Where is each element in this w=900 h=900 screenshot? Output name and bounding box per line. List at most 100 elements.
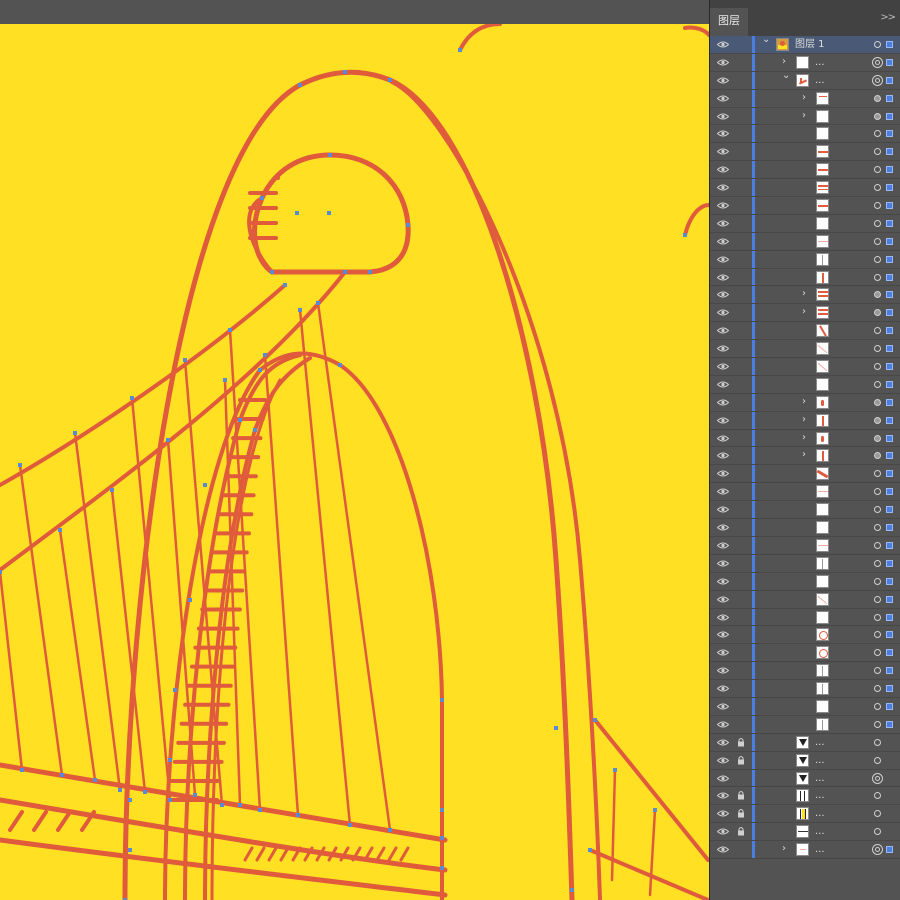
lock-icon[interactable]	[737, 755, 745, 765]
selection-square-icon[interactable]	[886, 219, 893, 227]
anchor-point[interactable]	[296, 813, 300, 817]
anchor-point[interactable]	[593, 718, 597, 722]
layer-row[interactable]	[710, 680, 900, 698]
visibility-eye-icon[interactable]	[717, 417, 729, 424]
visibility-eye-icon[interactable]	[717, 757, 729, 764]
layer-name[interactable]: ...	[815, 807, 825, 820]
anchor-point[interactable]	[295, 211, 299, 215]
selection-square-icon[interactable]	[886, 613, 893, 621]
target-icon[interactable]	[874, 577, 881, 585]
anchor-point[interactable]	[298, 308, 302, 312]
visibility-eye-icon[interactable]	[717, 846, 729, 853]
anchor-point[interactable]	[258, 368, 262, 372]
selection-square-icon[interactable]	[886, 631, 893, 639]
layer-row[interactable]	[710, 501, 900, 520]
layer-row[interactable]: ›	[710, 393, 900, 412]
lock-icon[interactable]	[737, 737, 745, 747]
layer-row[interactable]: ›	[710, 304, 900, 323]
layer-name[interactable]: ...	[815, 772, 825, 785]
layer-row[interactable]: ›	[710, 429, 900, 448]
layer-name[interactable]: 图层 1	[795, 38, 825, 51]
target-icon[interactable]	[874, 380, 881, 388]
selection-square-icon[interactable]	[886, 41, 893, 48]
target-icon[interactable]	[874, 685, 881, 693]
layer-name[interactable]: ...	[815, 843, 825, 856]
anchor-point[interactable]	[60, 773, 64, 777]
target-icon[interactable]	[872, 772, 883, 784]
anchor-point[interactable]	[343, 70, 347, 74]
anchor-point[interactable]	[188, 598, 192, 602]
visibility-eye-icon[interactable]	[717, 148, 729, 155]
visibility-eye-icon[interactable]	[717, 596, 729, 603]
anchor-point[interactable]	[128, 848, 132, 852]
layer-row[interactable]	[710, 358, 900, 376]
target-icon[interactable]	[874, 452, 881, 460]
anchor-point[interactable]	[343, 270, 347, 274]
selection-square-icon[interactable]	[886, 76, 893, 84]
target-icon[interactable]	[874, 738, 881, 746]
anchor-point[interactable]	[653, 808, 657, 812]
visibility-eye-icon[interactable]	[717, 488, 729, 495]
anchor-point[interactable]	[238, 418, 242, 422]
anchor-point[interactable]	[327, 211, 331, 215]
target-icon[interactable]	[874, 202, 881, 210]
layer-row[interactable]: ...	[710, 805, 900, 824]
layer-row[interactable]: ›	[710, 107, 900, 126]
visibility-eye-icon[interactable]	[717, 363, 729, 370]
layer-row[interactable]	[710, 375, 900, 394]
anchor-point[interactable]	[316, 301, 320, 305]
selection-square-icon[interactable]	[886, 255, 893, 263]
target-icon[interactable]	[874, 488, 881, 496]
selection-square-icon[interactable]	[886, 488, 893, 496]
visibility-eye-icon[interactable]	[717, 95, 729, 102]
target-icon[interactable]	[874, 309, 881, 317]
selection-square-icon[interactable]	[886, 309, 893, 317]
visibility-eye-icon[interactable]	[717, 506, 729, 513]
layer-row[interactable]: ›	[710, 89, 900, 108]
layer-row[interactable]	[710, 590, 900, 609]
selection-square-icon[interactable]	[886, 345, 893, 353]
anchor-point[interactable]	[388, 828, 392, 832]
bridge-illustration[interactable]	[0, 24, 709, 900]
target-icon[interactable]	[874, 541, 881, 549]
selection-square-icon[interactable]	[886, 702, 893, 710]
chevron-right-icon[interactable]: ›	[802, 110, 806, 122]
selection-square-icon[interactable]	[886, 685, 893, 693]
visibility-eye-icon[interactable]	[717, 435, 729, 442]
artboard-canvas[interactable]	[0, 24, 709, 900]
anchor-point[interactable]	[168, 758, 172, 762]
target-icon[interactable]	[874, 291, 881, 299]
layer-row[interactable]: ›	[710, 411, 900, 430]
layer-row[interactable]	[710, 483, 900, 502]
visibility-eye-icon[interactable]	[717, 345, 729, 352]
visibility-eye-icon[interactable]	[717, 524, 729, 531]
layer-name[interactable]: ...	[815, 754, 825, 767]
target-icon[interactable]	[874, 559, 881, 567]
anchor-point[interactable]	[613, 768, 617, 772]
target-icon[interactable]	[874, 720, 881, 728]
anchor-point[interactable]	[554, 726, 558, 730]
selection-square-icon[interactable]	[886, 202, 893, 210]
target-icon[interactable]	[874, 792, 881, 800]
layer-name[interactable]: ...	[815, 789, 825, 802]
anchor-point[interactable]	[458, 48, 462, 52]
visibility-eye-icon[interactable]	[717, 614, 729, 621]
anchor-point[interactable]	[110, 488, 114, 492]
visibility-eye-icon[interactable]	[717, 649, 729, 656]
chevron-right-icon[interactable]: ›	[802, 432, 806, 444]
layer-row[interactable]: ...	[710, 769, 900, 788]
visibility-eye-icon[interactable]	[717, 184, 729, 191]
selection-square-icon[interactable]	[886, 667, 893, 675]
selection-square-icon[interactable]	[886, 166, 893, 174]
visibility-eye-icon[interactable]	[717, 792, 729, 799]
visibility-eye-icon[interactable]	[717, 220, 729, 227]
target-icon[interactable]	[874, 702, 881, 710]
selection-square-icon[interactable]	[886, 130, 893, 138]
layer-row[interactable]	[710, 197, 900, 215]
chevron-down-icon[interactable]: ⌄	[762, 34, 770, 46]
visibility-eye-icon[interactable]	[717, 77, 729, 84]
target-icon[interactable]	[874, 810, 881, 818]
visibility-eye-icon[interactable]	[717, 166, 729, 173]
anchor-point[interactable]	[440, 836, 444, 840]
selection-square-icon[interactable]	[886, 524, 893, 532]
